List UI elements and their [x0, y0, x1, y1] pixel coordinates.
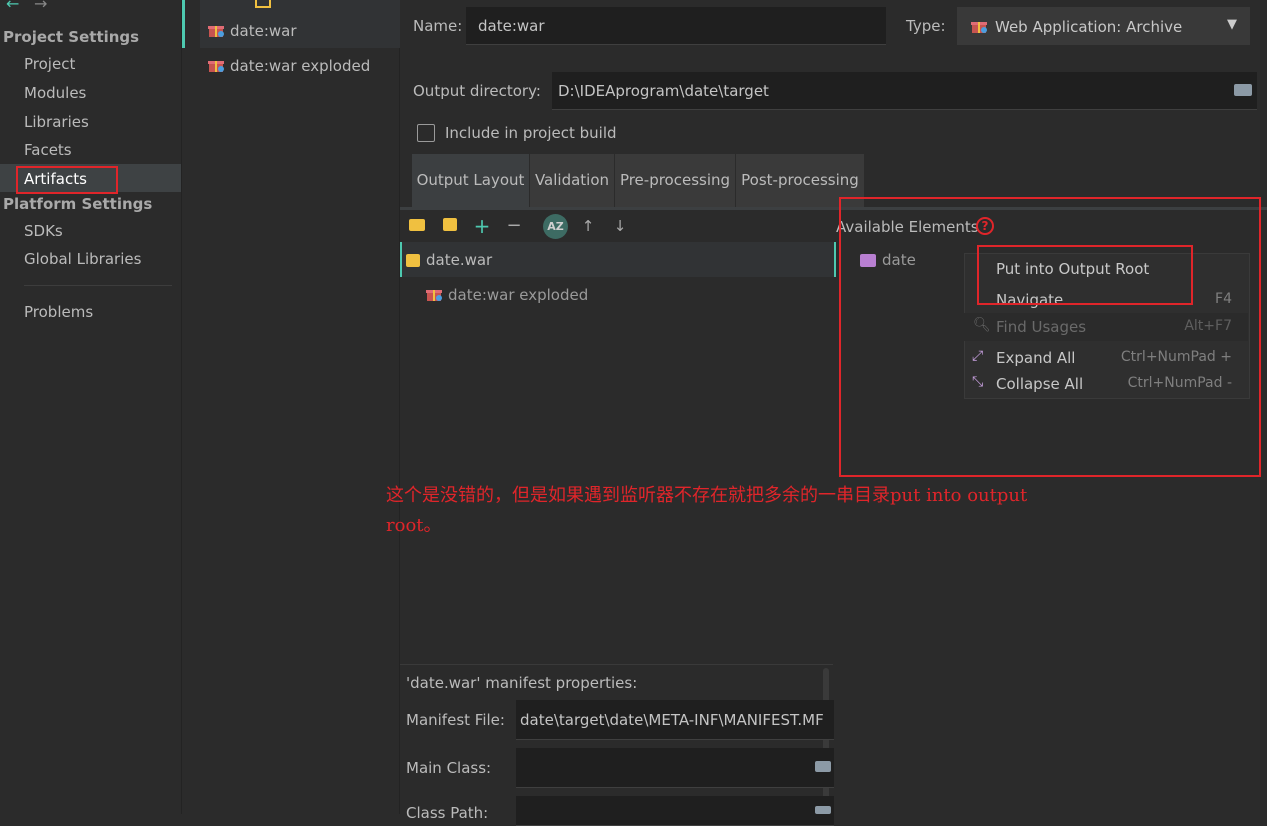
add-icon[interactable]: + — [472, 216, 492, 236]
name-label: Name: — [413, 17, 463, 35]
move-up-icon[interactable]: ↑ — [578, 216, 598, 236]
artifact-gift-icon — [208, 61, 224, 72]
annotation-note: 这个是没错的，但是如果遇到监听器不存在就把多余的一串目录put into out… — [386, 481, 1256, 541]
sidebar-item-problems[interactable]: Problems — [24, 303, 93, 321]
put-into-root-highlight-box — [977, 245, 1193, 305]
annotation-line-2: root。 — [386, 515, 442, 536]
type-select[interactable]: Web Application: Archive ▼ — [957, 7, 1250, 45]
tree-selection-marker — [400, 242, 402, 277]
list-item[interactable]: date:war exploded — [208, 57, 370, 75]
manifest-file-field[interactable]: date\target\date\META-INF\MANIFEST.MF — [516, 700, 834, 740]
artifact-list: date:war date:war exploded — [182, 0, 400, 814]
artifact-gift-icon — [208, 26, 224, 37]
archive-icon — [406, 254, 420, 267]
sidebar-item-sdks[interactable]: SDKs — [24, 222, 63, 240]
table-row[interactable]: date:war exploded — [426, 286, 588, 304]
folder-browse-icon[interactable] — [815, 806, 831, 814]
class-path-field[interactable] — [516, 796, 834, 826]
sidebar-item-facets[interactable]: Facets — [24, 141, 72, 159]
archive-icon[interactable] — [440, 216, 460, 236]
type-label: Type: — [906, 17, 946, 35]
manifest-title: 'date.war' manifest properties: — [406, 674, 638, 692]
output-directory-field[interactable]: D:\IDEAprogram\date\target — [552, 72, 1257, 110]
tab-validation[interactable]: Validation — [530, 154, 615, 207]
artifact-gift-icon — [426, 290, 442, 301]
settings-sidebar: ← → Project Settings Project Modules Lib… — [0, 0, 182, 814]
class-path-label: Class Path: — [406, 804, 489, 822]
sort-az-icon[interactable]: AZ — [543, 214, 568, 239]
remove-icon[interactable]: − — [504, 216, 524, 236]
sidebar-divider — [24, 285, 172, 286]
project-settings-header: Project Settings — [3, 28, 140, 46]
forward-arrow-icon[interactable]: → — [34, 0, 47, 13]
tree-root-label: date.war — [426, 251, 493, 269]
main-class-field[interactable] — [516, 748, 834, 788]
output-directory-label: Output directory: — [413, 82, 541, 100]
folder-browse-icon[interactable] — [1234, 84, 1252, 96]
artifacts-highlight-box — [16, 166, 118, 194]
type-select-value: Web Application: Archive — [995, 18, 1183, 36]
sidebar-item-project[interactable]: Project — [24, 55, 75, 73]
sidebar-item-libraries[interactable]: Libraries — [24, 113, 89, 131]
back-arrow-icon[interactable]: ← — [6, 0, 19, 13]
folder-browse-icon[interactable] — [815, 761, 831, 772]
manifest-file-label: Manifest File: — [406, 711, 505, 729]
platform-settings-header: Platform Settings — [3, 195, 153, 213]
tab-output-layout[interactable]: Output Layout — [412, 154, 530, 207]
tree-child-label: date:war exploded — [448, 286, 589, 304]
web-archive-icon — [971, 22, 987, 33]
available-elements-highlight-box — [839, 197, 1261, 477]
artifact-label: date:war exploded — [230, 57, 371, 75]
move-down-icon[interactable]: ↓ — [610, 216, 630, 236]
artifact-label: date:war — [230, 22, 297, 40]
main-class-label: Main Class: — [406, 759, 492, 777]
table-row[interactable]: date.war — [406, 251, 492, 269]
new-folder-icon[interactable] — [407, 216, 427, 236]
chevron-down-icon: ▼ — [1227, 17, 1237, 32]
tab-pre-processing[interactable]: Pre-processing — [615, 154, 736, 207]
include-label: Include in project build — [445, 124, 617, 142]
selection-marker — [182, 0, 185, 48]
sidebar-item-modules[interactable]: Modules — [24, 84, 86, 102]
scrollbar[interactable] — [823, 668, 829, 814]
annotation-line-1: 这个是没错的，但是如果遇到监听器不存在就把多余的一串目录put into out… — [386, 485, 1028, 506]
name-field[interactable]: date:war — [466, 7, 886, 45]
tree-selection-marker-right — [834, 242, 836, 277]
include-checkbox[interactable] — [417, 124, 435, 142]
sidebar-item-global-libraries[interactable]: Global Libraries — [24, 250, 141, 268]
list-item[interactable]: date:war — [208, 22, 297, 40]
add-artifact-icon[interactable] — [255, 0, 271, 8]
